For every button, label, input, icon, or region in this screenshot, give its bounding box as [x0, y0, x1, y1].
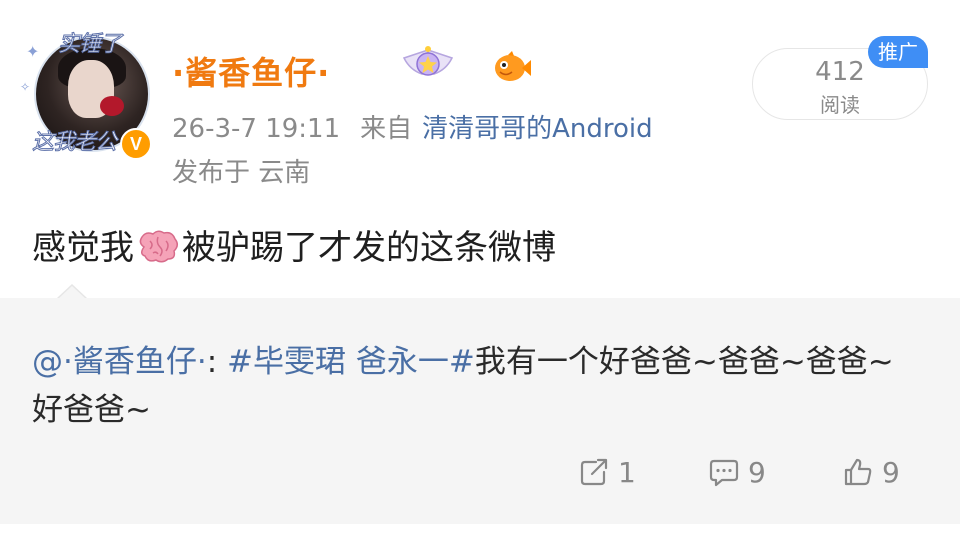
quote-colon: : — [206, 344, 228, 380]
post-meta: 26-3-7 19:11 来自 清清哥哥的Android — [172, 108, 653, 145]
post-text-part: 被驴踢了才发的这条微博 — [182, 228, 556, 268]
repost-button[interactable]: 1 — [578, 448, 636, 496]
weibo-post-card: ✦ ✧ 实锤了 这我老公 V ·酱香鱼仔· 26-3-7 19:11 来自 清清哥哥… — [0, 0, 960, 539]
quoted-post-text[interactable]: @·酱香鱼仔·: #毕雯珺 爸永一#我有一个好爸爸~爸爸~爸爸~好爸爸~ — [32, 338, 922, 434]
source-prefix: 来自 — [360, 114, 413, 144]
sparkle-icon: ✦ — [26, 42, 40, 61]
post-timestamp: 26-3-7 19:11 — [172, 114, 341, 144]
fish-badge-icon[interactable] — [492, 50, 532, 84]
mention-link[interactable]: @·酱香鱼仔· — [32, 344, 207, 380]
post-source-link[interactable]: 清清哥哥的Android — [422, 114, 653, 144]
quote-arrow — [58, 286, 86, 299]
thumbs-up-icon — [844, 458, 872, 486]
avatar-frame-text: 实锤了 — [57, 32, 122, 58]
comment-button[interactable]: 9 — [708, 448, 766, 496]
comment-icon — [709, 459, 739, 487]
comment-count: 9 — [748, 455, 766, 489]
author-name[interactable]: ·酱香鱼仔· — [172, 48, 330, 94]
repost-count: 1 — [618, 455, 636, 489]
post-text: 感觉我 被驴踢了才发的这条微博 — [32, 220, 556, 269]
sparkle-icon: ✧ — [20, 80, 31, 94]
like-count: 9 — [882, 455, 900, 489]
post-location: 发布于 云南 — [172, 158, 311, 188]
post-text-part: 感觉我 — [32, 228, 134, 268]
read-label: 阅读 — [820, 93, 860, 117]
hashtag-link[interactable]: #毕雯珺 爸永一# — [227, 344, 475, 380]
repost-icon — [580, 458, 608, 486]
wings-badge-icon[interactable] — [400, 44, 456, 84]
like-button[interactable]: 9 — [842, 448, 900, 496]
promote-tag[interactable]: 推广 — [868, 36, 928, 68]
avatar-frame-text: 这我老公 — [31, 130, 117, 156]
avatar[interactable]: ✦ ✧ 实锤了 这我老公 V — [20, 20, 152, 160]
brain-icon — [139, 230, 178, 263]
action-bar: 1 9 9 — [0, 448, 960, 496]
verified-badge-icon: V — [120, 128, 152, 160]
